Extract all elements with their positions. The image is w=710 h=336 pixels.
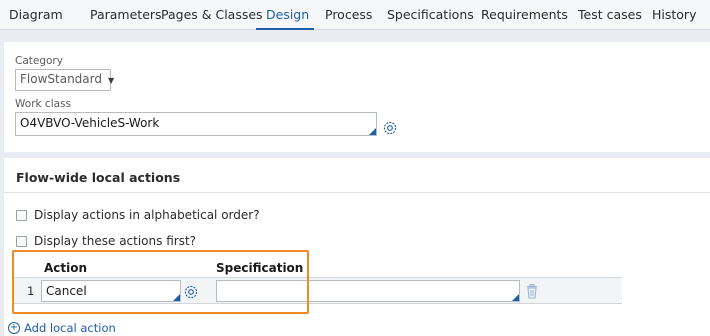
open-action-gear-icon[interactable]: [184, 285, 198, 299]
flow-wide-local-actions-panel: Flow-wide local actions Display actions …: [4, 158, 710, 336]
design-settings-panel: Category FlowStandard ▼ Work class O4VBVO…: [4, 42, 710, 152]
action-value: Cancel: [46, 284, 87, 298]
tab-pages-classes[interactable]: Pages & Classes: [161, 7, 263, 22]
alphabetical-order-option[interactable]: Display actions in alphabetical order?: [16, 208, 260, 222]
actions-first-checkbox[interactable]: [16, 235, 27, 247]
autocomplete-indicator-icon: [369, 128, 376, 135]
tab-design[interactable]: Design: [266, 7, 309, 22]
action-column-header: Action: [44, 261, 88, 275]
tab-bar: Diagram Parameters Pages & Classes Desig…: [0, 0, 710, 30]
actions-first-label: Display these actions first?: [34, 234, 197, 248]
tab-parameters[interactable]: Parameters: [90, 7, 162, 22]
alphabetical-order-label: Display actions in alphabetical order?: [34, 208, 260, 222]
delete-row-trash-icon[interactable]: [526, 284, 538, 299]
action-input[interactable]: Cancel: [41, 280, 181, 302]
row-number: 1: [27, 284, 35, 298]
category-label: Category: [15, 55, 63, 67]
add-local-action-link[interactable]: + Add local action: [8, 321, 116, 335]
tab-process[interactable]: Process: [325, 7, 372, 22]
autocomplete-indicator-icon: [173, 294, 180, 301]
tab-diagram[interactable]: Diagram: [9, 7, 63, 22]
specification-input[interactable]: [216, 280, 520, 302]
plus-circle-icon: +: [8, 322, 20, 334]
tab-specifications[interactable]: Specifications: [387, 7, 474, 22]
specification-column-header: Specification: [216, 261, 304, 275]
section-title: Flow-wide local actions: [16, 170, 181, 185]
active-tab-indicator: [256, 28, 314, 30]
category-select[interactable]: FlowStandard ▼: [15, 69, 115, 91]
tab-requirements[interactable]: Requirements: [481, 7, 568, 22]
work-class-label: Work class: [15, 98, 71, 110]
chevron-down-icon: ▼: [107, 76, 115, 85]
category-value: FlowStandard: [20, 72, 102, 86]
work-class-input[interactable]: O4VBVO-VehicleS-Work: [15, 112, 377, 136]
divider: [4, 192, 710, 193]
alphabetical-order-checkbox[interactable]: [16, 209, 27, 221]
tab-history[interactable]: History: [652, 7, 696, 22]
actions-first-option[interactable]: Display these actions first?: [16, 234, 196, 248]
work-class-value: O4VBVO-VehicleS-Work: [20, 116, 160, 130]
add-local-action-label: Add local action: [24, 321, 116, 335]
open-rule-gear-icon[interactable]: [383, 121, 397, 135]
tab-test-cases[interactable]: Test cases: [578, 7, 642, 22]
autocomplete-indicator-icon: [512, 294, 519, 301]
